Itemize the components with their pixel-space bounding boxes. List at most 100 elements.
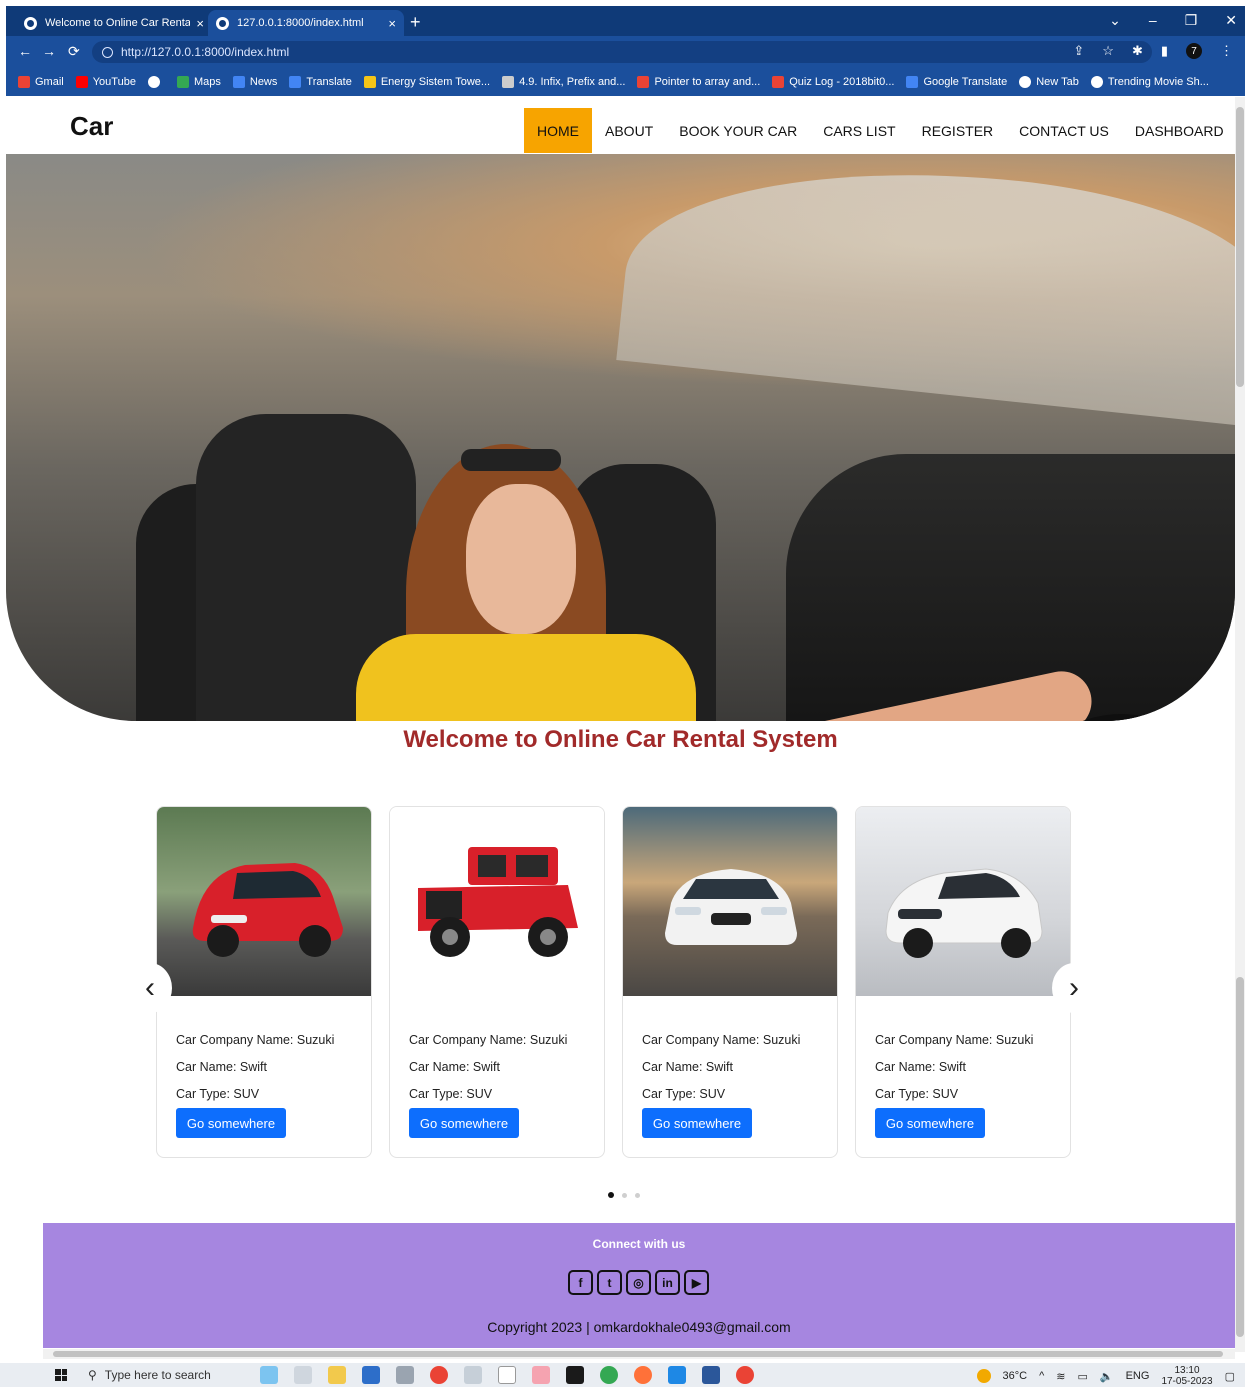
back-button[interactable]: ← (18, 43, 32, 59)
system-tray: 36°C ^ ≋ ▭ 🔈 ENG 13:10 17-05-2023 ▢ (976, 1365, 1235, 1387)
clock-time: 13:10 (1174, 1365, 1200, 1376)
go-somewhere-button[interactable]: Go somewhere (409, 1108, 519, 1138)
weather-app-icon[interactable] (260, 1366, 278, 1384)
extensions-icon[interactable]: ✱ (1132, 43, 1143, 59)
bookmark-youtube[interactable]: YouTube (75, 76, 136, 88)
word-icon[interactable] (702, 1366, 720, 1384)
terminal-icon[interactable] (566, 1366, 584, 1384)
volume-icon[interactable]: 🔈 (1100, 1370, 1114, 1383)
app-icon[interactable] (396, 1366, 414, 1384)
carousel-prev-button[interactable]: ‹ (128, 963, 172, 1013)
car-carousel: Car Company Name: Suzuki Car Name: Swift… (156, 806, 1072, 1158)
network-icon[interactable]: ≋ (1056, 1370, 1065, 1383)
close-icon[interactable]: × (196, 16, 204, 31)
globe-icon (1090, 76, 1103, 88)
bookmark-maps[interactable]: Maps (176, 76, 221, 88)
taskbar-search[interactable]: ⚲ Type here to search (88, 1365, 248, 1385)
translate-icon (289, 76, 302, 88)
nav-home[interactable]: HOME (524, 108, 592, 153)
chrome-icon[interactable] (430, 1366, 448, 1384)
share-icon[interactable]: ⇪ (1073, 43, 1084, 59)
language-indicator[interactable]: ENG (1126, 1370, 1150, 1382)
bookmark-infix[interactable]: 4.9. Infix, Prefix and... (502, 76, 625, 88)
bookmark-energy[interactable]: Energy Sistem Towe... (363, 76, 490, 88)
go-somewhere-button[interactable]: Go somewhere (176, 1108, 286, 1138)
scrollbar-thumb[interactable] (1236, 107, 1244, 387)
gmail-icon (637, 76, 650, 88)
snip-icon[interactable] (532, 1366, 550, 1384)
file-explorer-icon[interactable] (328, 1366, 346, 1384)
scrollbar-thumb[interactable] (1236, 977, 1244, 1337)
twitter-icon[interactable]: t (597, 1270, 622, 1295)
sidepanel-icon[interactable]: ▮ (1161, 43, 1168, 59)
scrollbar-thumb[interactable] (53, 1351, 1223, 1357)
search-icon: ⚲ (88, 1368, 97, 1382)
nav-contact-us[interactable]: CONTACT US (1006, 108, 1122, 153)
browser-tab-bar: Welcome to Online Car Rental sy × 127.0.… (6, 6, 1245, 36)
close-window-button[interactable]: ✕ (1225, 12, 1237, 29)
clock[interactable]: 13:10 17-05-2023 (1161, 1365, 1212, 1387)
minimize-button[interactable]: – (1149, 12, 1157, 29)
bookmark-globe[interactable] (147, 76, 165, 88)
car-illustration (665, 869, 797, 945)
restore-button[interactable]: ❐ (1185, 12, 1198, 29)
bookmark-trending[interactable]: Trending Movie Sh... (1090, 76, 1209, 88)
carousel-dot-3[interactable] (635, 1192, 640, 1198)
browser-tab-1[interactable]: Welcome to Online Car Rental sy × (16, 10, 212, 36)
youtube-icon[interactable]: ▶ (684, 1270, 709, 1295)
carousel-dot-2[interactable] (622, 1192, 627, 1198)
close-icon[interactable]: × (388, 16, 396, 31)
notepad-icon[interactable] (498, 1366, 516, 1384)
battery-icon[interactable]: ▭ (1077, 1370, 1087, 1383)
instagram-icon[interactable]: ◎ (626, 1270, 651, 1295)
app-icon[interactable] (464, 1366, 482, 1384)
info-icon[interactable] (102, 46, 113, 58)
new-tab-button[interactable]: + (410, 12, 421, 33)
url-text: http://127.0.0.1:8000/index.html (121, 45, 290, 59)
vertical-scrollbar[interactable] (1235, 97, 1245, 1352)
go-somewhere-button[interactable]: Go somewhere (875, 1108, 985, 1138)
linkedin-icon[interactable]: in (655, 1270, 680, 1295)
hero-sunglasses (461, 449, 561, 471)
carousel-dot-1[interactable] (608, 1192, 614, 1198)
star-icon[interactable]: ☆ (1102, 43, 1114, 59)
window-controls: ⌄ – ❐ ✕ (1109, 12, 1237, 29)
car-card: Car Company Name: Suzuki Car Name: Swift… (389, 806, 605, 1158)
store-icon[interactable] (362, 1366, 380, 1384)
tray-chevron-icon[interactable]: ^ (1039, 1370, 1044, 1382)
forward-button[interactable]: → (42, 43, 56, 59)
maps-icon (176, 76, 189, 88)
nav-register[interactable]: REGISTER (909, 108, 1007, 153)
bookmark-news[interactable]: News (232, 76, 277, 88)
vscode-icon[interactable] (668, 1366, 686, 1384)
facebook-icon[interactable]: f (568, 1270, 593, 1295)
bookmark-pointer[interactable]: Pointer to array and... (637, 76, 760, 88)
windows-start-icon[interactable] (55, 1369, 67, 1381)
bookmark-new-tab[interactable]: New Tab (1019, 76, 1079, 88)
nav-book-your-car[interactable]: BOOK YOUR CAR (666, 108, 810, 153)
url-input[interactable]: http://127.0.0.1:8000/index.html (92, 41, 1152, 63)
profile-avatar[interactable]: 7 (1186, 43, 1202, 59)
chrome-icon[interactable] (736, 1366, 754, 1384)
task-view-icon[interactable] (294, 1366, 312, 1384)
bookmark-google-translate[interactable]: Google Translate (906, 76, 1007, 88)
go-somewhere-button[interactable]: Go somewhere (642, 1108, 752, 1138)
bookmark-quiz[interactable]: Quiz Log - 2018bit0... (772, 76, 894, 88)
nav-cars-list[interactable]: CARS LIST (810, 108, 908, 153)
reload-button[interactable]: ⟳ (68, 43, 80, 60)
brand-logo[interactable]: Car (70, 111, 113, 142)
chevron-down-icon[interactable]: ⌄ (1109, 12, 1121, 29)
horizontal-scrollbar[interactable] (43, 1349, 1235, 1359)
bookmark-translate[interactable]: Translate (289, 76, 352, 88)
hero-driver-shirt (356, 634, 696, 721)
bookmark-gmail[interactable]: Gmail (18, 76, 64, 88)
notification-icon[interactable]: ▢ (1225, 1370, 1235, 1383)
carousel-next-button[interactable]: › (1052, 963, 1096, 1013)
nav-about[interactable]: ABOUT (592, 108, 666, 153)
nav-dashboard[interactable]: DASHBOARD (1122, 108, 1237, 153)
chrome-icon[interactable] (600, 1366, 618, 1384)
firefox-icon[interactable] (634, 1366, 652, 1384)
menu-icon[interactable]: ⋮ (1220, 43, 1233, 59)
browser-tab-2[interactable]: 127.0.0.1:8000/index.html × (208, 10, 404, 36)
weather-icon[interactable] (976, 1369, 991, 1383)
